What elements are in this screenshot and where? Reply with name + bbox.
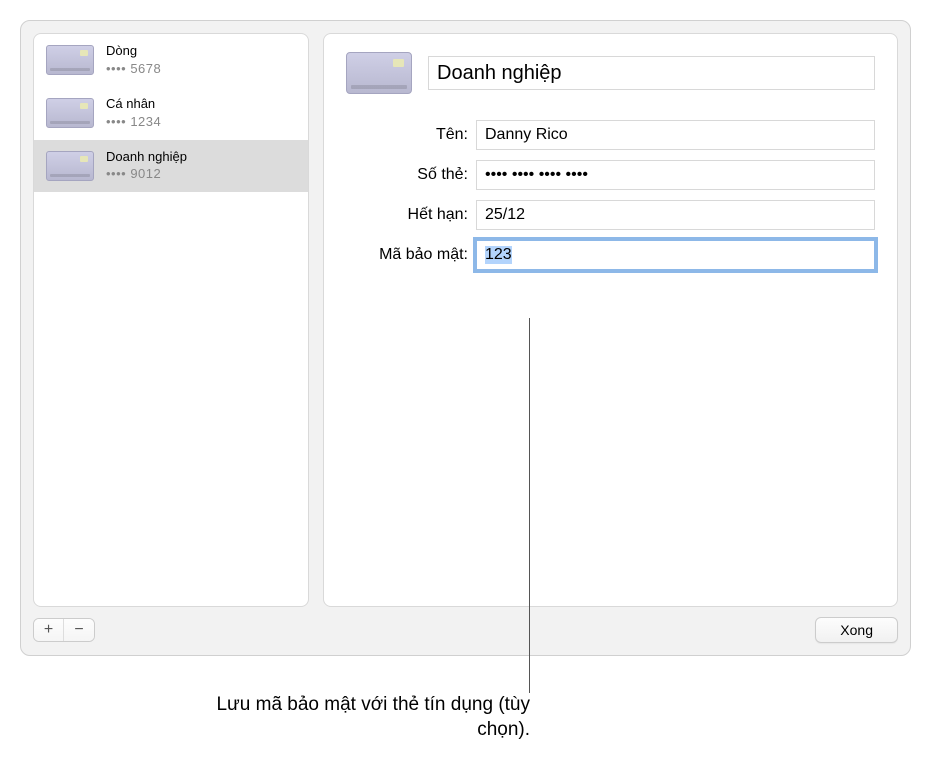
credit-card-icon xyxy=(46,151,94,181)
card-detail-panel: Tên: Số thẻ: Hết hạn: Mã bảo mật: 123 xyxy=(323,33,898,607)
callout-line xyxy=(529,318,530,693)
security-label: Mã bảo mật: xyxy=(346,246,476,264)
card-number-label: •••• 5678 xyxy=(106,61,161,78)
card-item-dong[interactable]: Dòng •••• 5678 xyxy=(34,34,308,87)
card-number-input[interactable] xyxy=(476,160,875,190)
card-name-label: Dòng xyxy=(106,43,161,60)
card-text: Cá nhân •••• 1234 xyxy=(106,96,161,131)
number-label: Số thẻ: xyxy=(346,166,476,184)
card-number-label: •••• 9012 xyxy=(106,166,187,183)
remove-card-button[interactable]: − xyxy=(64,619,94,641)
credit-card-icon xyxy=(46,98,94,128)
expiry-input[interactable] xyxy=(476,200,875,230)
add-card-button[interactable]: + xyxy=(34,619,64,641)
number-row: Số thẻ: xyxy=(346,160,875,190)
card-text: Dòng •••• 5678 xyxy=(106,43,161,78)
card-number-label: •••• 1234 xyxy=(106,114,161,131)
credit-card-settings-window: Dòng •••• 5678 Cá nhân •••• 1234 Doanh n… xyxy=(20,20,911,656)
card-list: Dòng •••• 5678 Cá nhân •••• 1234 Doanh n… xyxy=(34,34,308,606)
add-remove-group: + − xyxy=(33,618,95,642)
content-area: Dòng •••• 5678 Cá nhân •••• 1234 Doanh n… xyxy=(33,33,898,607)
credit-card-icon xyxy=(46,45,94,75)
name-row: Tên: xyxy=(346,120,875,150)
done-button[interactable]: Xong xyxy=(815,617,898,643)
detail-header xyxy=(346,52,875,94)
security-row: Mã bảo mật: 123 xyxy=(346,240,875,270)
name-input[interactable] xyxy=(476,120,875,150)
security-code-input[interactable]: 123 xyxy=(476,240,875,270)
card-sidebar: Dòng •••• 5678 Cá nhân •••• 1234 Doanh n… xyxy=(33,33,309,607)
card-name-label: Doanh nghiệp xyxy=(106,149,187,166)
expiry-label: Hết hạn: xyxy=(346,206,476,224)
card-item-doanhnghiep[interactable]: Doanh nghiệp •••• 9012 xyxy=(34,140,308,193)
card-item-canhan[interactable]: Cá nhân •••• 1234 xyxy=(34,87,308,140)
name-label: Tên: xyxy=(346,126,476,144)
card-text: Doanh nghiệp •••• 9012 xyxy=(106,149,187,184)
card-title-input[interactable] xyxy=(428,56,875,90)
callout-text: Lưu mã bảo mật với thẻ tín dụng (tùy chọ… xyxy=(160,693,530,742)
bottom-bar: + − Xong xyxy=(33,617,898,643)
expiry-row: Hết hạn: xyxy=(346,200,875,230)
card-name-label: Cá nhân xyxy=(106,96,161,113)
credit-card-icon xyxy=(346,52,412,94)
